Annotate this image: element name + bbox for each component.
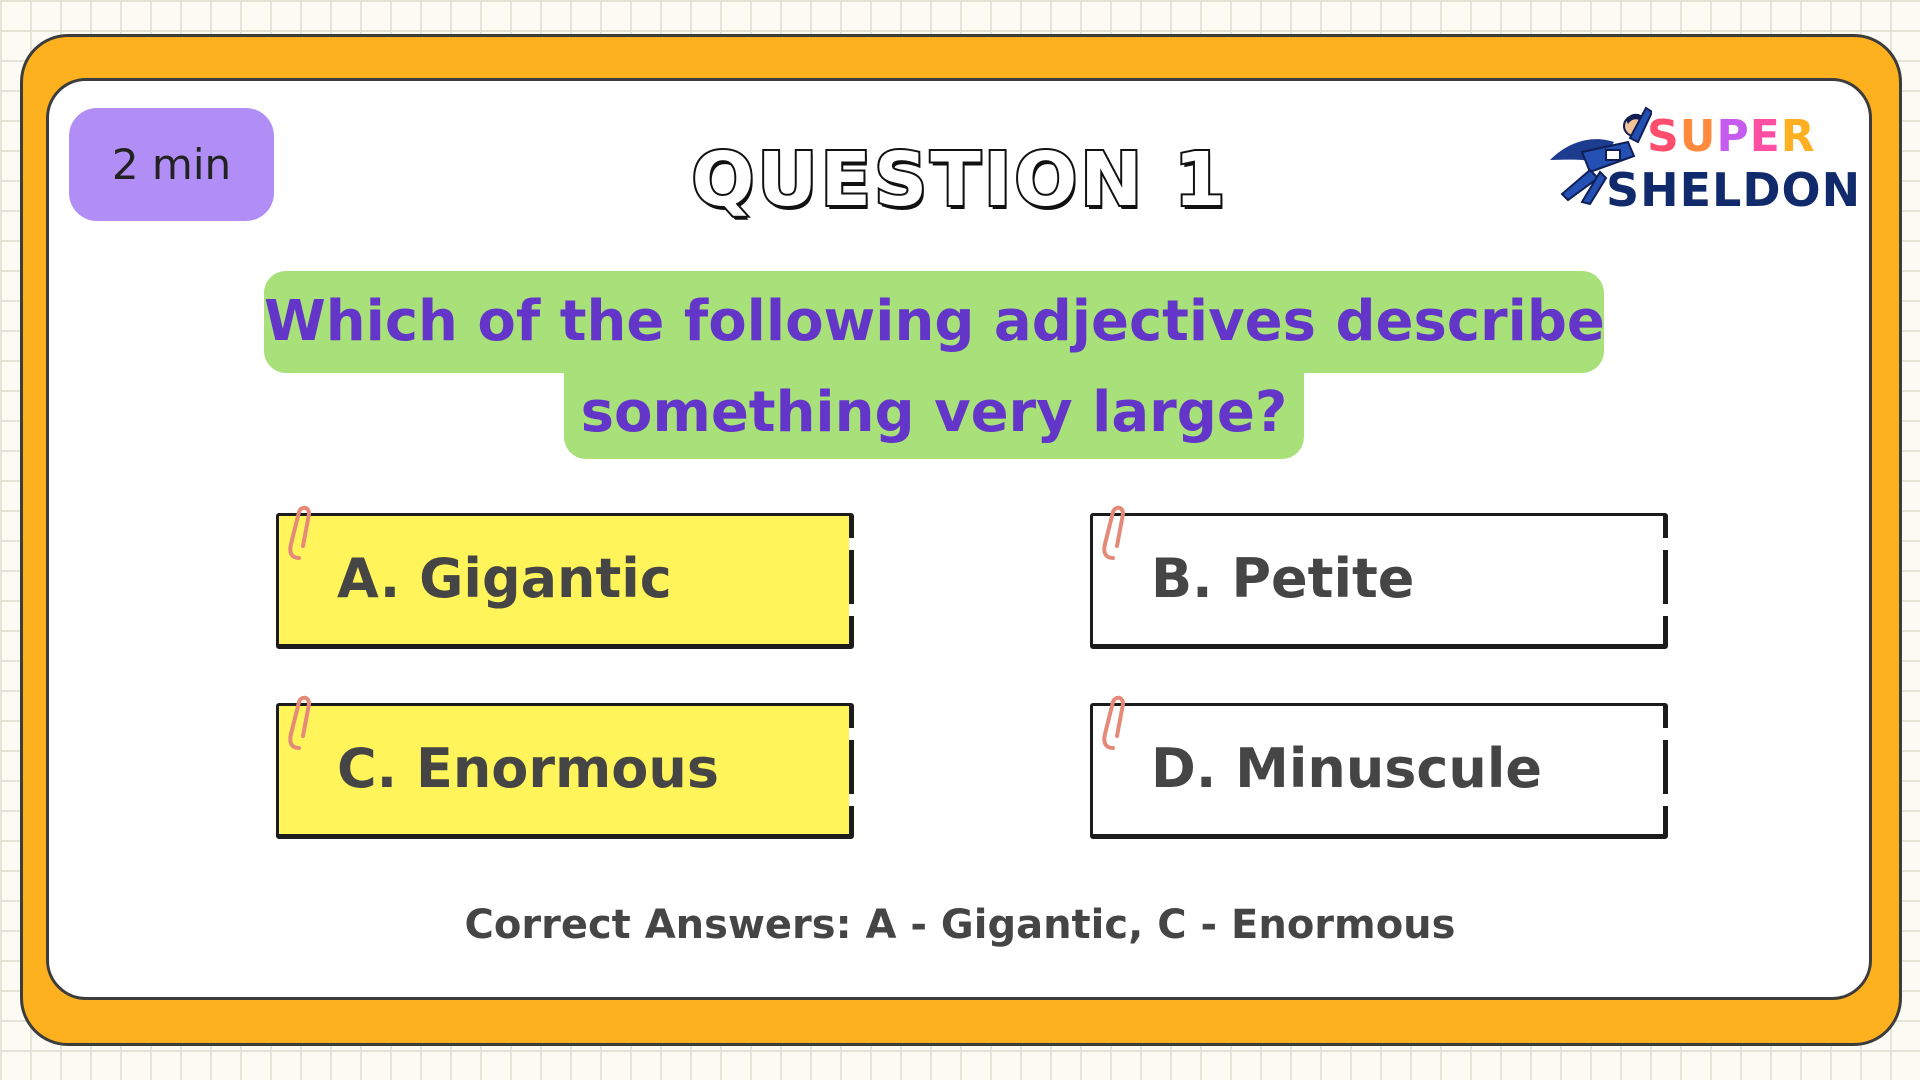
- option-d-label: D. Minuscule: [1151, 737, 1542, 800]
- logo-letter: U: [1679, 111, 1717, 162]
- logo-super-text: SUPER: [1647, 112, 1816, 162]
- card-notch: [849, 794, 859, 806]
- logo-letter: S: [1647, 111, 1680, 162]
- question-heading: QUESTION 1: [690, 135, 1229, 225]
- super-sheldon-logo: SUPER SHELDON: [1542, 90, 1860, 230]
- option-c-label: C. Enormous: [337, 737, 719, 800]
- card-notch: [849, 538, 859, 550]
- timer-label: 2 min: [111, 140, 232, 189]
- logo-letter: R: [1780, 111, 1816, 162]
- logo-letter: E: [1749, 111, 1781, 162]
- paperclip-icon: [288, 505, 312, 560]
- card-notch: [1663, 604, 1673, 616]
- card-notch: [849, 728, 859, 740]
- paperclip-icon: [288, 695, 312, 750]
- option-a-card[interactable]: A. Gigantic: [276, 505, 859, 649]
- option-d-card[interactable]: D. Minuscule: [1090, 695, 1673, 839]
- correct-answers-text: Correct Answers: A - Gigantic, C - Enorm…: [464, 902, 1456, 948]
- option-a-label: A. Gigantic: [337, 547, 672, 610]
- logo-sheldon-text: SHELDON: [1606, 163, 1862, 217]
- option-c-card[interactable]: C. Enormous: [276, 695, 859, 839]
- option-b-label: B. Petite: [1151, 547, 1415, 610]
- card-notch: [849, 604, 859, 616]
- paperclip-icon: [1102, 695, 1126, 750]
- card-notch: [1663, 538, 1673, 550]
- paperclip-icon: [1102, 505, 1126, 560]
- card-notch: [1663, 728, 1673, 740]
- option-b-card[interactable]: B. Petite: [1090, 505, 1673, 649]
- logo-letter: P: [1716, 111, 1750, 162]
- question-text-line-2: something very large?: [564, 373, 1304, 459]
- timer-badge: 2 min: [69, 108, 274, 221]
- card-notch: [1663, 794, 1673, 806]
